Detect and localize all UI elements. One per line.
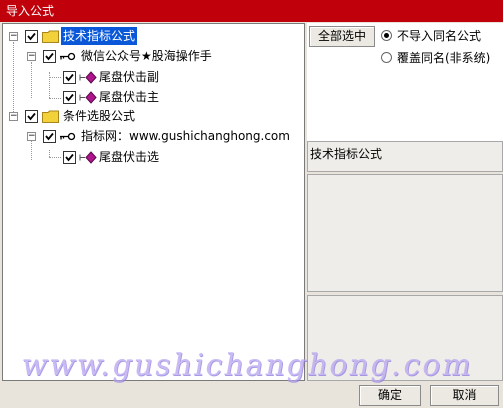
- radio-overwrite-label[interactable]: 覆盖同名(非系统): [397, 51, 490, 65]
- collapse-icon[interactable]: −: [9, 32, 18, 41]
- title-bar: 导入公式: [0, 0, 503, 22]
- cancel-button[interactable]: 取消: [430, 385, 499, 406]
- checkbox-website[interactable]: [43, 130, 56, 143]
- category-info-box: 技术指标公式: [307, 141, 503, 172]
- checkbox-technical[interactable]: [25, 30, 38, 43]
- tree-node-wechat[interactable]: − 微信公众号★股海操作手: [3, 47, 303, 65]
- ok-button[interactable]: 确定: [359, 385, 421, 406]
- checkbox-formula-fu[interactable]: [63, 71, 76, 84]
- formula-icon: [79, 71, 97, 84]
- radio-no-import-label[interactable]: 不导入同名公式: [397, 29, 481, 43]
- checkbox-wechat[interactable]: [43, 50, 56, 63]
- radio-dot: [384, 33, 389, 38]
- window-title: 导入公式: [6, 4, 55, 18]
- tree-node-formula-zhu[interactable]: 尾盘伏击主: [3, 88, 303, 106]
- formula-icon: [79, 91, 97, 104]
- tree-label: 尾盘伏击选: [99, 150, 160, 164]
- select-all-button[interactable]: 全部选中: [309, 26, 375, 47]
- tree-label: 条件选股公式: [63, 109, 136, 123]
- folder-icon: [42, 110, 59, 123]
- checkbox-formula-zhu[interactable]: [63, 91, 76, 104]
- key-icon: [60, 132, 76, 141]
- tree-node-technical[interactable]: − 技术指标公式: [3, 27, 303, 45]
- formula-tree[interactable]: − 技术指标公式 − 微信公众号★股海操作手 尾盘伏击副 尾盘伏击主 − 条件选…: [2, 23, 305, 381]
- tree-node-condition[interactable]: − 条件选股公式: [3, 107, 303, 125]
- collapse-icon[interactable]: −: [27, 132, 36, 141]
- checkbox-condition[interactable]: [25, 110, 38, 123]
- tree-node-formula-fu[interactable]: 尾盘伏击副: [3, 68, 303, 86]
- watermark-text: www.gushichanghong.com: [18, 348, 477, 383]
- description-box: [307, 174, 503, 292]
- key-icon: [60, 52, 76, 61]
- folder-icon: [42, 30, 59, 43]
- collapse-icon[interactable]: −: [9, 112, 18, 121]
- tree-node-formula-xuan[interactable]: 尾盘伏击选: [3, 148, 303, 166]
- collapse-icon[interactable]: −: [27, 52, 36, 61]
- tree-label: 尾盘伏击副: [99, 70, 160, 84]
- formula-icon: [79, 151, 97, 164]
- tree-node-website[interactable]: − 指标网：www.gushichanghong.com: [3, 127, 303, 145]
- category-label: 技术指标公式: [310, 147, 383, 161]
- tree-label: 指标网：www.gushichanghong.com: [81, 129, 290, 143]
- tree-label[interactable]: 技术指标公式: [61, 27, 138, 45]
- tree-label: 微信公众号★股海操作手: [81, 49, 212, 63]
- checkbox-formula-xuan[interactable]: [63, 151, 76, 164]
- tree-label: 尾盘伏击主: [99, 90, 160, 104]
- radio-overwrite[interactable]: [381, 52, 392, 63]
- radio-no-import[interactable]: [381, 30, 392, 41]
